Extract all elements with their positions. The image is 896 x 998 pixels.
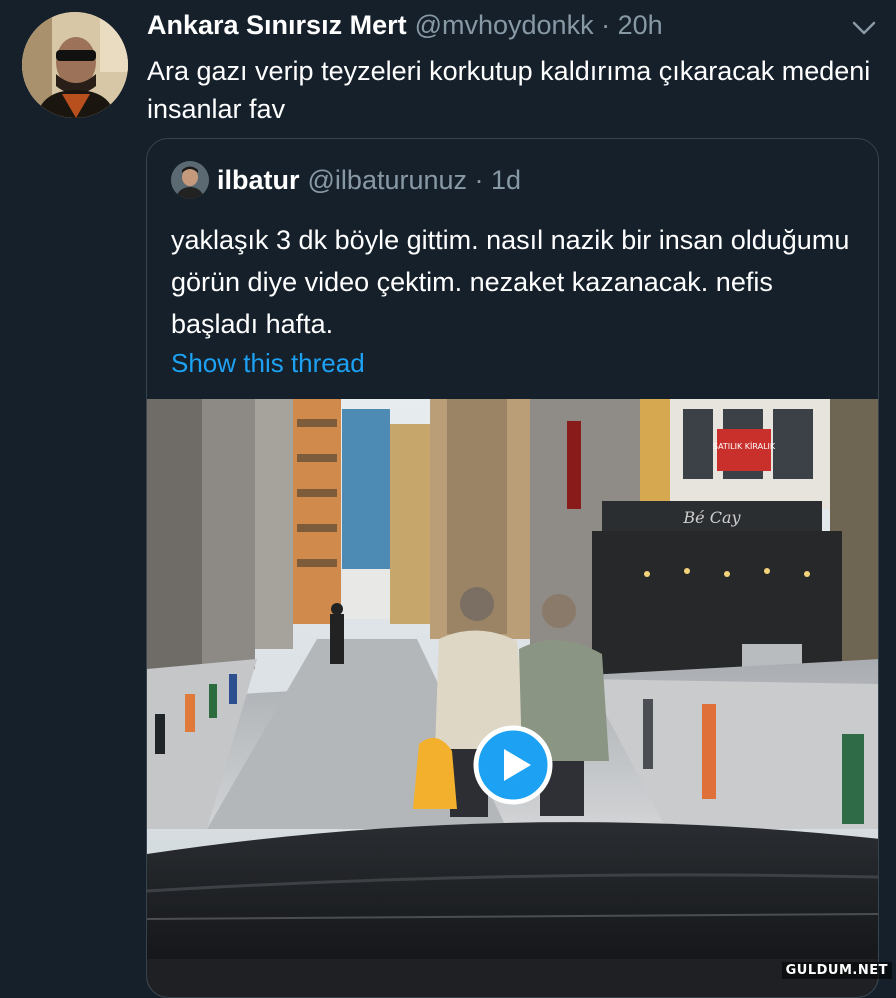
play-button[interactable] (473, 725, 553, 805)
author-avatar[interactable] (22, 12, 128, 118)
quoted-avatar-image (171, 161, 209, 199)
video-frame: SATILIK KİRALIK Bé Cay (147, 399, 878, 997)
author-handle[interactable]: @mvhoydonkk · 20h (415, 8, 663, 42)
author-avatar-image (22, 12, 128, 118)
watermark: GULDUM.NET (781, 962, 892, 979)
tweet-header: Ankara Sınırsız Mert @mvhoydonkk · 20h (147, 8, 663, 42)
quoted-author-name[interactable]: ilbatur (217, 165, 300, 196)
author-name[interactable]: Ankara Sınırsız Mert (147, 8, 407, 42)
chevron-down-icon[interactable] (849, 18, 879, 38)
tweet-text: Ara gazı verip teyzeleri korkutup kaldır… (147, 56, 871, 124)
shop-sign: SATILIK KİRALIK (713, 441, 776, 451)
quoted-tweet-text: yaklaşık 3 dk böyle gittim. nasıl nazik … (171, 225, 850, 339)
quoted-tweet-card[interactable]: ilbatur @ilbaturunuz · 1d yaklaşık 3 dk … (146, 138, 879, 998)
quoted-author-handle[interactable]: @ilbaturunuz · 1d (308, 165, 522, 196)
quoted-author-avatar[interactable] (171, 161, 209, 199)
show-thread-link[interactable]: Show this thread (171, 345, 365, 381)
cafe-sign: Bé Cay (682, 508, 741, 527)
quoted-tweet-header: ilbatur @ilbaturunuz · 1d (217, 161, 521, 199)
video-player[interactable]: SATILIK KİRALIK Bé Cay (147, 399, 878, 997)
